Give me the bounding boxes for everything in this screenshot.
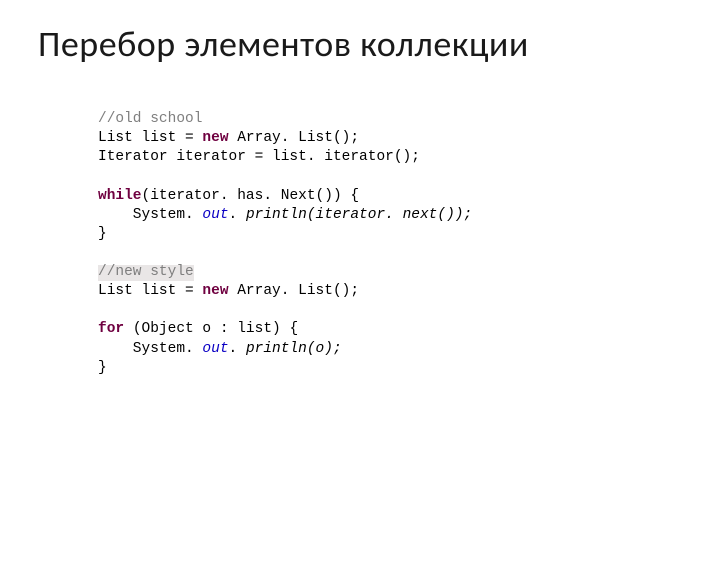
comment-old-school: //old school	[98, 111, 202, 127]
keyword-new: new	[202, 283, 237, 299]
code-line: Array. List();	[237, 130, 359, 146]
code-line: }	[98, 360, 107, 376]
keyword-for: for	[98, 321, 133, 337]
comment-new-style: //new style	[98, 265, 194, 281]
code-line: .	[229, 207, 246, 223]
code-line: .	[229, 341, 246, 357]
code-block: //old school List list = new Array. List…	[98, 110, 720, 378]
method-println: println(o);	[246, 341, 342, 357]
code-line: (iterator. has. Next()) {	[142, 188, 360, 204]
code-line: (Object o : list) {	[133, 321, 298, 337]
code-line: System.	[98, 207, 202, 223]
code-line: Array. List();	[237, 283, 359, 299]
code-line: System.	[98, 341, 202, 357]
code-line: List list =	[98, 283, 202, 299]
method-println: println(iterator. next());	[246, 207, 472, 223]
code-line: Iterator iterator = list. iterator();	[98, 149, 420, 165]
keyword-new: new	[202, 130, 237, 146]
slide-title: Перебор элементов коллекции	[38, 22, 720, 66]
static-out: out	[202, 341, 228, 357]
code-line: }	[98, 226, 107, 242]
static-out: out	[202, 207, 228, 223]
code-line: List list =	[98, 130, 202, 146]
keyword-while: while	[98, 188, 142, 204]
